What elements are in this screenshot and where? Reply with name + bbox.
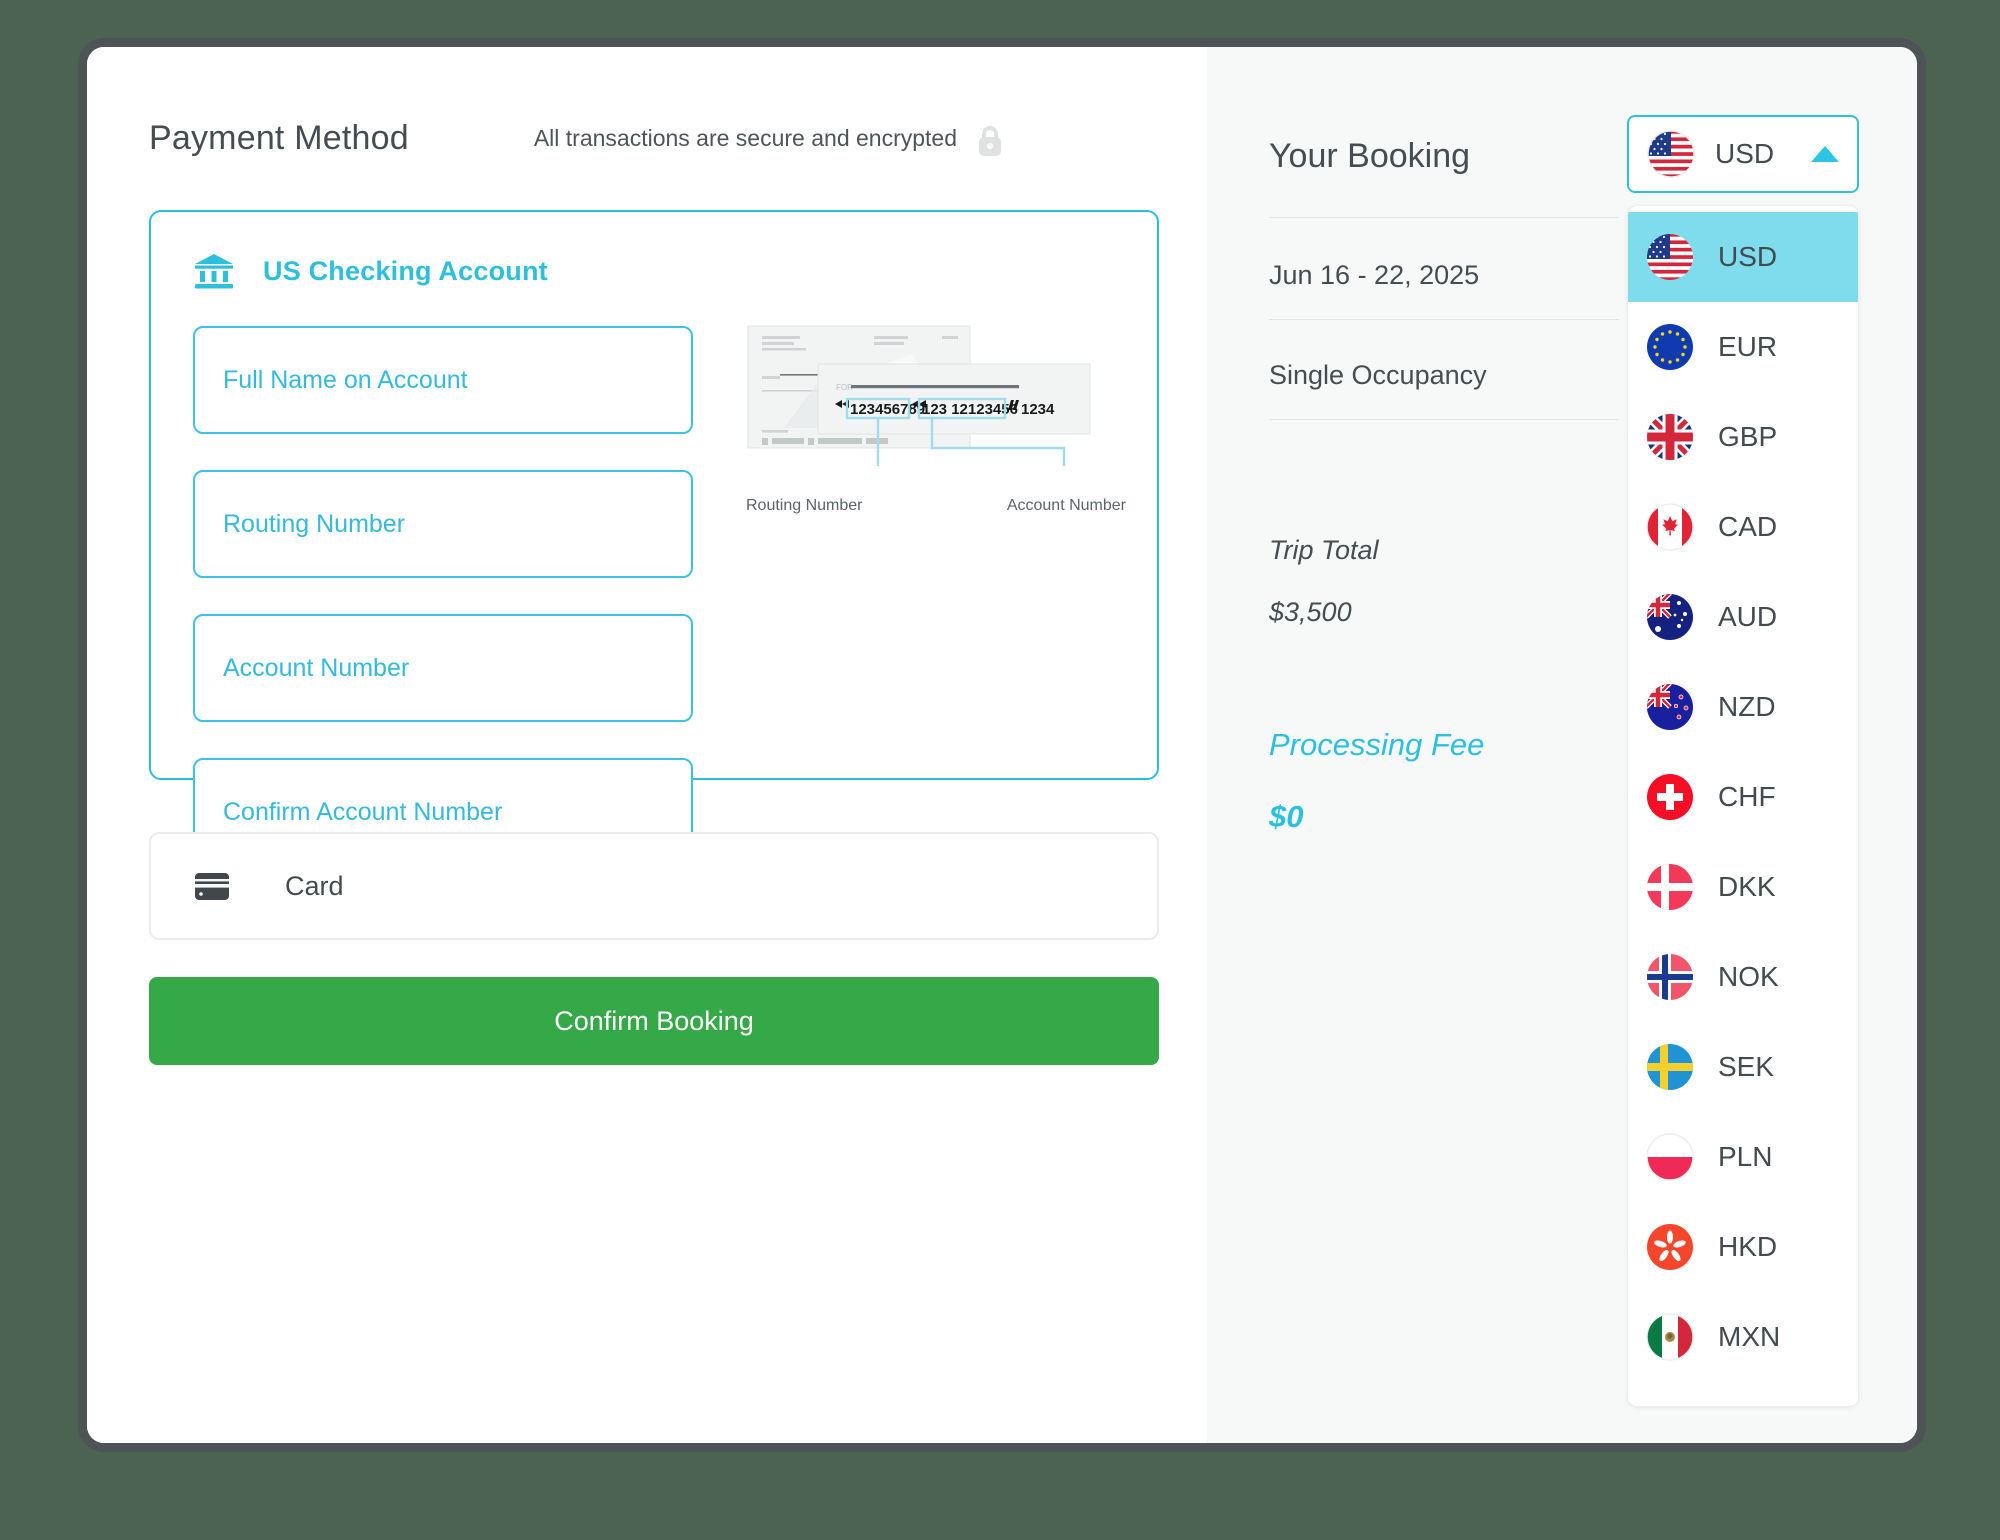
flag-hk-icon [1646, 1223, 1694, 1271]
flag-dk-icon [1646, 863, 1694, 911]
currency-option-label: DKK [1718, 871, 1776, 902]
booking-divider-1 [1269, 217, 1619, 218]
account-number-placeholder: Account Number [223, 653, 410, 682]
account-number-caption: Account Number [1006, 497, 1126, 514]
booking-divider-3 [1269, 419, 1619, 420]
flag-eu-icon [1646, 323, 1694, 371]
bank-section-header: US Checking Account [193, 250, 548, 292]
currency-option-eur[interactable]: EUR [1628, 302, 1858, 392]
full-name-field[interactable]: Full Name on Account [193, 326, 693, 434]
bank-icon [193, 250, 235, 292]
flag-nz-icon [1646, 683, 1694, 731]
currency-selector: USD USD EUR GBP CAD AUD NZD CHF DKK NOK … [1627, 115, 1859, 1407]
currency-option-cad[interactable]: CAD [1628, 482, 1858, 572]
page-title: Payment Method [149, 119, 409, 157]
currency-option-label: AUD [1718, 601, 1778, 632]
booking-occupancy: Single Occupancy [1269, 360, 1487, 390]
currency-option-label: SEK [1718, 1051, 1775, 1082]
currency-option-label: USD [1718, 241, 1778, 272]
account-number-field[interactable]: Account Number [193, 614, 693, 722]
bank-section-label: US Checking Account [263, 255, 548, 286]
flag-gb-icon [1646, 413, 1694, 461]
flag-us-icon [1646, 233, 1694, 281]
currency-option-hkd[interactable]: HKD [1628, 1202, 1858, 1292]
svg-text:FOR: FOR [836, 383, 853, 392]
card-option-label: Card [285, 870, 344, 901]
currency-option-label: CHF [1718, 781, 1776, 812]
processing-fee-label: Processing Fee [1269, 727, 1485, 762]
currency-option-label: NOK [1718, 961, 1779, 992]
bank-fields: Full Name on Account Routing Number Acco… [193, 326, 693, 866]
trip-total-value: $3,500 [1269, 597, 1352, 627]
screen: Payment Method All transactions are secu… [0, 0, 2000, 1540]
currency-option-chf[interactable]: CHF [1628, 752, 1858, 842]
confirm-account-number-placeholder: Confirm Account Number [223, 797, 503, 826]
currency-option-mxn[interactable]: MXN [1628, 1292, 1858, 1382]
booking-dates: Jun 16 - 22, 2025 [1269, 260, 1480, 290]
currency-trigger[interactable]: USD [1627, 115, 1859, 193]
card-payment-option[interactable]: Card [149, 832, 1159, 940]
flag-se-icon [1646, 1043, 1694, 1091]
currency-option-sek[interactable]: SEK [1628, 1022, 1858, 1112]
flag-us-icon [1647, 130, 1695, 178]
payment-pane: Payment Method All transactions are secu… [87, 47, 1207, 1443]
currency-option-dkk[interactable]: DKK [1628, 842, 1858, 932]
currency-option-gbp[interactable]: GBP [1628, 392, 1858, 482]
booking-title: Your Booking [1269, 137, 1471, 175]
us-checking-account-panel[interactable]: US Checking Account Full Name on Account… [149, 210, 1159, 866]
credit-card-icon [195, 872, 229, 900]
currency-option-label: MXN [1718, 1321, 1781, 1352]
svg-text:123 12123456: 123 12123456 [922, 401, 1018, 418]
confirm-booking-button[interactable]: Confirm Booking [149, 977, 1159, 1065]
trip-total-label: Trip Total [1269, 535, 1379, 565]
routing-number-caption: Routing Number [746, 497, 863, 514]
lock-icon [975, 125, 1005, 158]
svg-text:1234: 1234 [1021, 401, 1055, 418]
chevron-up-icon[interactable] [1811, 146, 1839, 162]
currency-option-label: PLN [1718, 1141, 1773, 1172]
currency-dropdown-list[interactable]: USD EUR GBP CAD AUD NZD CHF DKK NOK SEK … [1627, 205, 1859, 1407]
routing-number-placeholder: Routing Number [223, 509, 406, 538]
currency-option-label: GBP [1718, 421, 1778, 452]
checkout-card: Payment Method All transactions are secu… [78, 38, 1926, 1452]
processing-fee-value: $0 [1269, 799, 1304, 834]
currency-selected-code: USD [1715, 138, 1775, 169]
booking-summary-pane: Your Booking Jun 16 - 22, 2025 Single Oc… [1207, 47, 1917, 1443]
check-diagram-image: FOR 123456789 123 12123456 1234 [746, 320, 1111, 490]
currency-option-aud[interactable]: AUD [1628, 572, 1858, 662]
full-name-placeholder: Full Name on Account [223, 365, 468, 394]
flag-ca-icon [1646, 503, 1694, 551]
check-diagram-captions: Routing Number Account Number [746, 497, 1126, 515]
routing-number-field[interactable]: Routing Number [193, 470, 693, 578]
currency-option-pln[interactable]: PLN [1628, 1112, 1858, 1202]
currency-option-nzd[interactable]: NZD [1628, 662, 1858, 752]
payment-header: Payment Method All transactions are secu… [149, 119, 1159, 158]
booking-divider-2 [1269, 319, 1619, 320]
currency-option-nok[interactable]: NOK [1628, 932, 1858, 1022]
flag-mx-icon [1646, 1313, 1694, 1361]
flag-au-icon [1646, 593, 1694, 641]
currency-option-label: EUR [1718, 331, 1778, 362]
flag-ch-icon [1646, 773, 1694, 821]
currency-option-label: NZD [1718, 691, 1776, 722]
currency-option-label: HKD [1718, 1231, 1778, 1262]
secure-notice: All transactions are secure and encrypte… [533, 125, 958, 151]
flag-no-icon [1646, 953, 1694, 1001]
currency-option-label: CAD [1718, 511, 1778, 542]
currency-option-usd[interactable]: USD [1628, 212, 1858, 302]
flag-pl-icon [1646, 1133, 1694, 1181]
